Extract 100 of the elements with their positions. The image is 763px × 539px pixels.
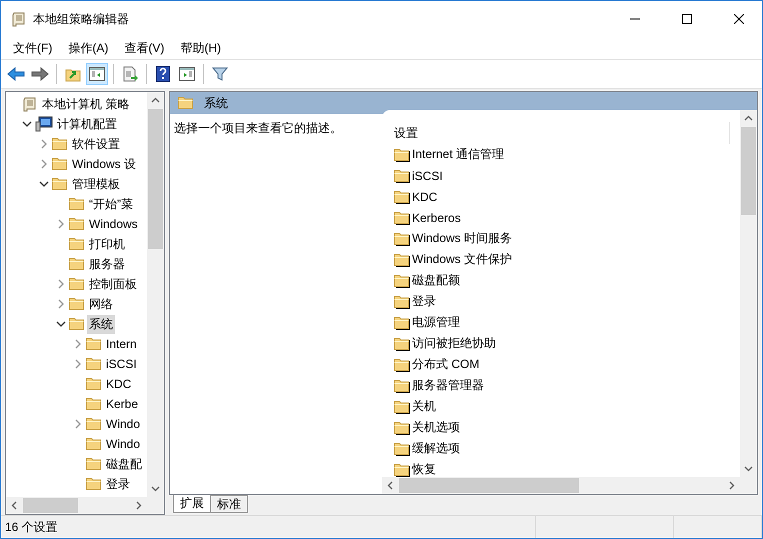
scroll-down-icon[interactable] [151, 484, 160, 493]
list-item[interactable]: Windows 时间服务 [412, 230, 512, 247]
chevron-right-icon[interactable] [56, 299, 66, 309]
folder-icon [394, 420, 410, 434]
tree-item[interactable]: 系统 [87, 314, 115, 334]
scroll-icon [11, 11, 27, 27]
status-text: 16 个设置 [5, 518, 58, 536]
list-item[interactable]: 磁盘配额 [412, 272, 460, 289]
vertical-scrollbar[interactable] [147, 92, 164, 497]
folder-icon [394, 400, 410, 414]
list-item[interactable]: 关机选项 [412, 419, 460, 436]
tree-item[interactable]: 服务器 [87, 254, 127, 274]
folder-icon [394, 378, 410, 392]
chevron-down-icon[interactable] [56, 319, 66, 329]
scroll-up-icon[interactable] [744, 114, 753, 123]
scroll-thumb[interactable] [399, 478, 579, 493]
chevron-down-icon[interactable] [22, 119, 32, 129]
scroll-thumb[interactable] [23, 498, 78, 513]
list-item[interactable]: Kerberos [412, 210, 461, 224]
tree-item[interactable]: “开始”菜 [87, 194, 135, 214]
horizontal-scrollbar[interactable] [382, 477, 740, 494]
toolbar-button[interactable] [86, 63, 108, 85]
computer-icon [35, 116, 53, 132]
chevron-right-icon[interactable] [56, 219, 66, 229]
tree-item[interactable]: 网络 [87, 294, 115, 314]
tree-item[interactable]: Kerbe [104, 396, 140, 412]
chevron-right-icon[interactable] [73, 339, 83, 349]
list-item[interactable]: 关机 [412, 398, 436, 415]
tab[interactable]: 扩展 [173, 495, 211, 513]
tree-item[interactable]: 登录 [104, 474, 132, 494]
tree-item[interactable]: Windows [87, 216, 140, 232]
action-pane-icon [179, 67, 195, 81]
scroll-thumb[interactable] [741, 127, 756, 215]
list-item[interactable]: Internet 通信管理 [412, 146, 504, 163]
help-icon [156, 66, 170, 82]
folder-icon [52, 177, 68, 191]
maximize-icon [682, 14, 692, 24]
folder-icon [52, 157, 68, 171]
folder-icon [86, 457, 102, 471]
scroll-right-icon[interactable] [134, 501, 143, 510]
menu-item[interactable]: 帮助(H) [172, 40, 229, 56]
scroll-right-icon[interactable] [727, 481, 736, 490]
menu-item[interactable]: 操作(A) [60, 40, 116, 56]
vertical-scrollbar[interactable] [740, 110, 757, 477]
list-item[interactable]: Windows 文件保护 [412, 251, 512, 268]
chevron-right-icon[interactable] [39, 159, 49, 169]
list-item[interactable]: 访问被拒绝协助 [412, 335, 496, 352]
list-item[interactable]: 缓解选项 [412, 440, 460, 457]
tree-item[interactable]: 管理模板 [70, 174, 122, 194]
chevron-right-icon[interactable] [73, 419, 83, 429]
tree-item[interactable]: 打印机 [87, 234, 127, 254]
tree-item[interactable]: 控制面板 [87, 274, 139, 294]
tree-item[interactable]: Windo [104, 436, 142, 452]
header-title: 系统 [204, 94, 228, 112]
scroll-left-icon[interactable] [10, 501, 19, 510]
menu-item[interactable]: 查看(V) [116, 40, 172, 56]
folder-icon [86, 397, 102, 411]
folder-icon [394, 358, 410, 372]
menu-item[interactable]: 文件(F) [5, 40, 60, 56]
scroll-left-icon[interactable] [386, 481, 395, 490]
list-item[interactable]: 分布式 COM [412, 356, 480, 373]
back-arrow-icon [7, 67, 25, 81]
folder-icon [394, 316, 410, 330]
folder-icon [69, 237, 85, 251]
tree-item[interactable]: 计算机配置 [55, 114, 119, 134]
tree-item[interactable]: 磁盘配 [104, 454, 144, 474]
folder-icon [394, 148, 410, 162]
tree-item[interactable]: Windo [104, 416, 142, 432]
list-item[interactable]: KDC [412, 190, 438, 204]
scroll-up-icon[interactable] [151, 96, 160, 105]
list-item[interactable]: 电源管理 [412, 314, 460, 331]
tree-item[interactable]: 本地计算机 策略 [40, 94, 132, 114]
tree-item[interactable]: Windows 设 [70, 154, 138, 174]
chevron-right-icon[interactable] [39, 139, 49, 149]
folder-icon [52, 137, 68, 151]
list-item[interactable]: 登录 [412, 293, 436, 310]
tree-item[interactable]: iSCSI [104, 356, 139, 372]
folder-icon [69, 217, 85, 231]
description-text: 选择一个项目来查看它的描述。 [174, 121, 342, 135]
tree-item[interactable]: KDC [104, 376, 134, 392]
folder-icon [69, 257, 85, 271]
list-item[interactable]: iSCSI [412, 168, 443, 182]
folder-icon [394, 294, 410, 308]
window-title: 本地组策略编辑器 [33, 10, 130, 28]
list-item[interactable]: 恢复 [412, 461, 436, 477]
tree-item[interactable]: 软件设置 [70, 134, 122, 154]
chevron-right-icon[interactable] [73, 359, 83, 369]
tab[interactable]: 标准 [210, 495, 248, 513]
folder-icon [86, 377, 102, 391]
folder-icon [394, 190, 410, 204]
list-item[interactable]: 服务器管理器 [412, 377, 484, 394]
scroll-down-icon[interactable] [744, 464, 753, 473]
chevron-down-icon[interactable] [39, 179, 49, 189]
chevron-right-icon[interactable] [56, 279, 66, 289]
folder-icon [69, 317, 85, 331]
tree-item[interactable]: Intern [104, 336, 139, 352]
scroll-thumb[interactable] [148, 109, 163, 249]
tree-pane-icon [89, 67, 105, 81]
horizontal-scrollbar[interactable] [6, 497, 147, 514]
column-header[interactable]: 设置 [394, 124, 418, 142]
